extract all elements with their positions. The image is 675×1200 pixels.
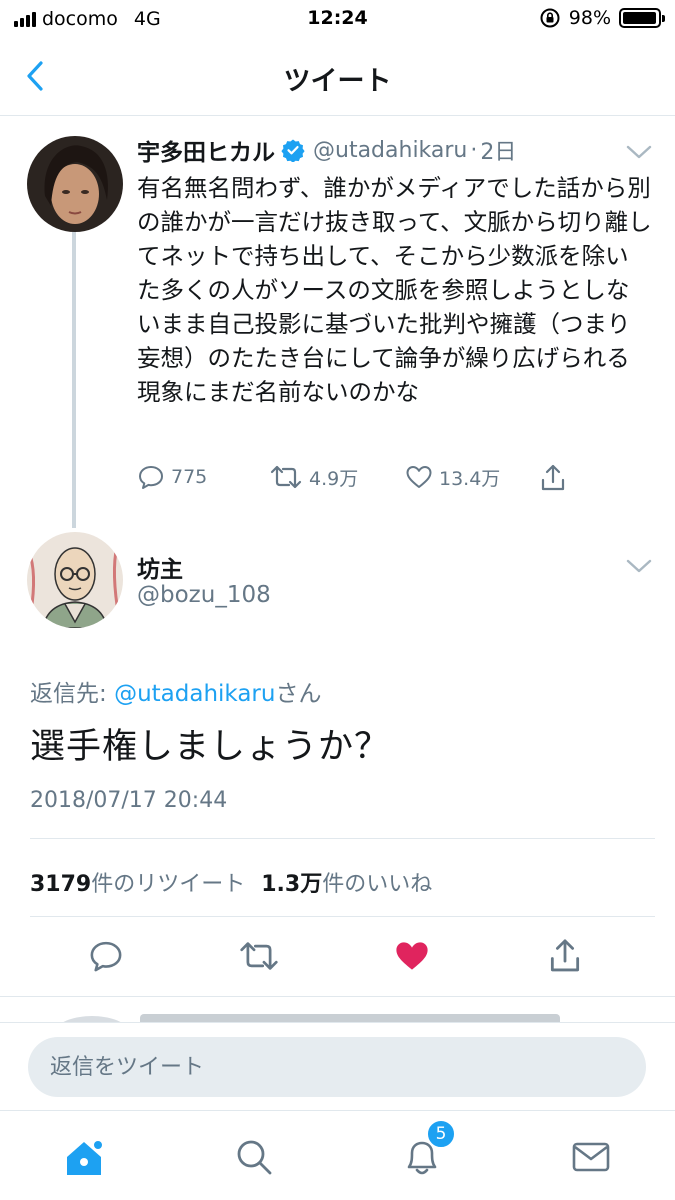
- retweet-stat-count: 3179: [30, 872, 92, 897]
- time-ago[interactable]: 2日: [480, 134, 516, 166]
- divider: [30, 916, 655, 917]
- share-button[interactable]: [539, 463, 567, 493]
- reply-icon: [90, 941, 122, 972]
- handle[interactable]: @bozu_108: [137, 582, 271, 608]
- search-icon: [237, 1140, 272, 1175]
- replying-to: 返信先: @utadahikaruさん: [30, 674, 321, 708]
- reply-text: 選手権しましょうか？: [30, 727, 391, 767]
- share-icon: [550, 939, 580, 972]
- divider: [30, 838, 655, 839]
- heart-outline-icon: [406, 466, 432, 488]
- reply-count: 775: [171, 466, 208, 488]
- tab-search[interactable]: [230, 1133, 278, 1181]
- share-icon: [541, 464, 565, 491]
- tab-messages[interactable]: [567, 1133, 615, 1181]
- tweet-actions: 775 4.9万 13.4万: [137, 463, 577, 499]
- avatar-utadahikaru[interactable]: [27, 136, 123, 232]
- reply-input[interactable]: [28, 1037, 646, 1097]
- battery-fill: [623, 12, 657, 24]
- like-button[interactable]: 13.4万: [405, 463, 500, 491]
- messages-icon: [572, 1142, 610, 1172]
- tweet-menu-button[interactable]: [625, 556, 653, 576]
- reply-button[interactable]: [84, 934, 128, 978]
- handle[interactable]: @utadahikaru: [313, 138, 467, 163]
- battery-percent: 98%: [568, 7, 611, 29]
- tweet-text: 有名無名問わず、誰かがメディアでした話から別の誰かが一言だけ抜き取って、文脈から…: [137, 174, 652, 406]
- avatar-bozu[interactable]: [27, 532, 123, 628]
- retweet-icon: [270, 465, 302, 489]
- separator-dot: ·: [470, 137, 478, 163]
- orientation-lock-icon: [540, 8, 560, 28]
- avatar-image: [27, 532, 123, 628]
- display-name[interactable]: 宇多田ヒカル: [137, 133, 275, 167]
- retweet-icon: [240, 942, 278, 970]
- tab-notifications[interactable]: 5: [398, 1119, 456, 1181]
- nav-bar: ツイート: [0, 40, 675, 116]
- verified-badge-icon: [281, 138, 305, 162]
- battery-icon: [619, 8, 665, 28]
- heart-filled-icon: [396, 942, 428, 970]
- chevron-down-icon: [626, 145, 652, 159]
- retweet-stat-label: 件のリツイート: [91, 872, 246, 897]
- retweet-count: 4.9万: [309, 467, 359, 490]
- home-icon: [67, 1139, 104, 1175]
- like-stat-count: 1.3万: [261, 872, 323, 897]
- tweet-header: 宇多田ヒカル @utadahikaru · 2日: [137, 133, 516, 167]
- tweet-menu-button[interactable]: [625, 142, 653, 162]
- focused-tweet-actions: [0, 934, 675, 984]
- display-name[interactable]: 坊主: [137, 550, 183, 584]
- engagement-stats: 3179件のリツイート 1.3万件のいいね: [30, 866, 432, 898]
- tweet-timestamp: 2018/07/17 20:44: [30, 788, 228, 813]
- obscured-text: [140, 1014, 560, 1022]
- like-count: 13.4万: [439, 467, 501, 490]
- notification-badge: 5: [426, 1119, 456, 1149]
- reply-icon: [139, 466, 163, 489]
- like-stat[interactable]: 1.3万件のいいね: [261, 872, 432, 897]
- like-stat-label: 件のいいね: [322, 872, 433, 897]
- avatar-image: [27, 136, 123, 232]
- reply-button[interactable]: 775: [137, 463, 207, 491]
- status-bar: docomo 4G 12:24 98%: [0, 0, 675, 40]
- retweet-button[interactable]: 4.9万: [269, 463, 358, 491]
- retweet-button[interactable]: [237, 934, 281, 978]
- thread-line: [72, 232, 76, 528]
- status-right: 98%: [539, 7, 665, 29]
- share-button[interactable]: [543, 934, 587, 978]
- reply-composer: [0, 1022, 675, 1110]
- replying-to-handle-link[interactable]: @utadahikaru: [114, 681, 275, 707]
- retweet-stat[interactable]: 3179件のリツイート: [30, 872, 245, 897]
- like-button[interactable]: [390, 934, 434, 978]
- page-title: ツイート: [283, 66, 392, 97]
- tab-home[interactable]: [61, 1133, 109, 1181]
- tab-bar: 5: [0, 1110, 675, 1200]
- replying-to-prefix: 返信先:: [30, 681, 115, 707]
- replying-to-suffix: さん: [275, 681, 322, 707]
- chevron-down-icon: [626, 559, 652, 573]
- next-reply-partial: [0, 996, 675, 1022]
